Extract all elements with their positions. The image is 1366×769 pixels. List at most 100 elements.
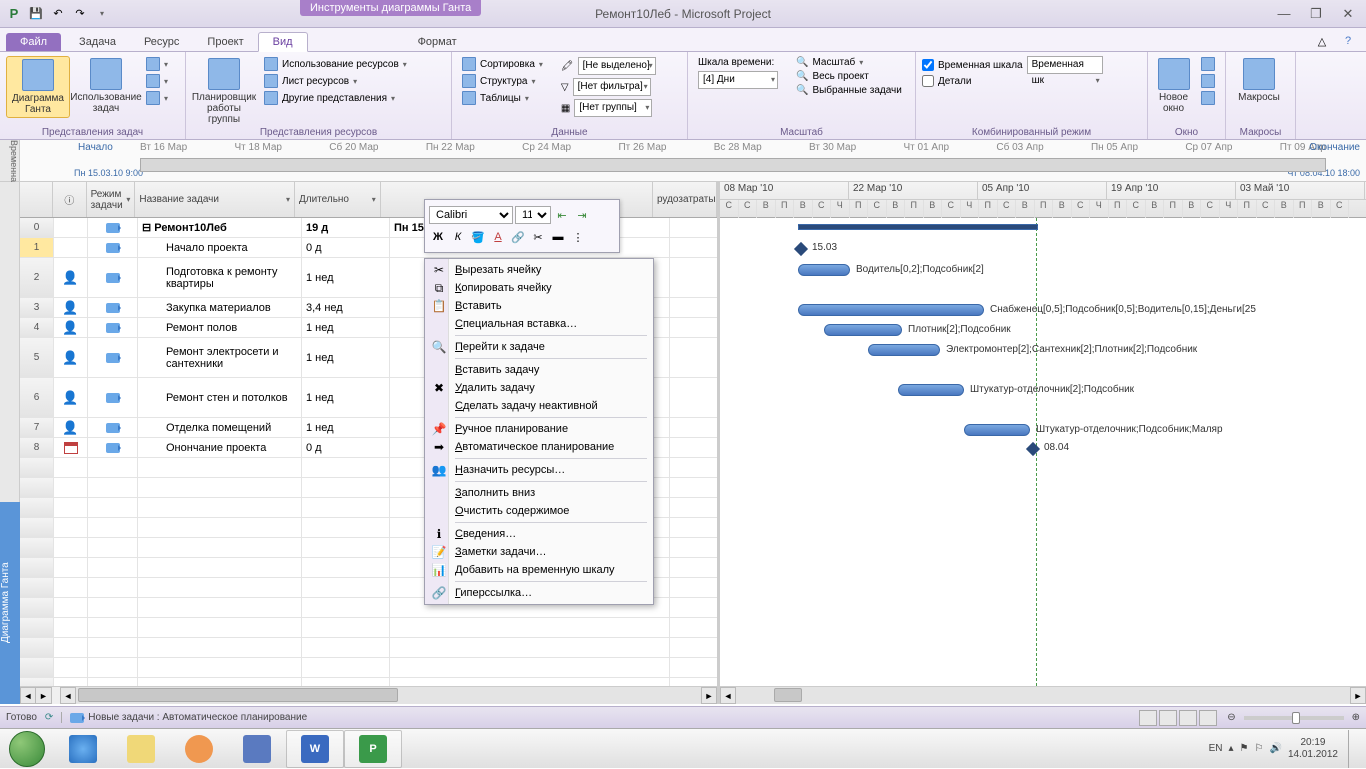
- taskbar-ie[interactable]: [54, 730, 112, 768]
- outdent-icon[interactable]: ⇤: [553, 206, 571, 224]
- tray-volume-icon[interactable]: 🔊: [1269, 743, 1281, 754]
- menu-item[interactable]: ℹСведения…: [427, 525, 651, 543]
- group-combo[interactable]: ▦ [Нет группы]: [557, 98, 660, 118]
- zoom-out-icon[interactable]: ⊖: [1227, 712, 1235, 723]
- gantt-bar-4[interactable]: [824, 324, 902, 336]
- menu-item[interactable]: 👥Назначить ресурсы…: [427, 461, 651, 479]
- menu-item[interactable]: 🔍Перейти к задаче: [427, 338, 651, 356]
- table-row[interactable]: [20, 658, 717, 678]
- col-name[interactable]: Название задачи▾: [135, 182, 295, 217]
- close-button[interactable]: ✕: [1336, 5, 1360, 23]
- taskbar-wmp[interactable]: [170, 730, 228, 768]
- view-sheet-icon[interactable]: [1199, 710, 1217, 726]
- sort-button[interactable]: Сортировка ▾: [458, 56, 547, 72]
- menu-item[interactable]: 📋Вставить: [427, 297, 651, 315]
- save-icon[interactable]: 💾: [26, 4, 46, 24]
- col-work[interactable]: рудозатраты: [653, 182, 717, 217]
- tab-view[interactable]: Вид: [258, 32, 308, 52]
- gantt-hscroll[interactable]: ◄►: [720, 686, 1366, 704]
- network-diagram-button[interactable]: ▾: [142, 56, 172, 72]
- macros-button[interactable]: Макросы: [1232, 56, 1286, 105]
- menu-item[interactable]: 📊Добавить на временную шкалу: [427, 561, 651, 579]
- zoom-entire-button[interactable]: 🔍 Весь проект: [792, 70, 906, 83]
- undo-icon[interactable]: ↶: [48, 4, 68, 24]
- zoom-slider[interactable]: [1244, 716, 1344, 720]
- tab-format[interactable]: Формат: [404, 33, 471, 51]
- view-team-icon[interactable]: [1179, 710, 1197, 726]
- link-icon[interactable]: 🔗: [509, 228, 527, 246]
- taskbar-explorer[interactable]: [112, 730, 170, 768]
- menu-item[interactable]: 📌Ручное планирование: [427, 420, 651, 438]
- menu-item[interactable]: Вставить задачу: [427, 361, 651, 379]
- table-row[interactable]: [20, 618, 717, 638]
- view-gantt-icon[interactable]: [1139, 710, 1157, 726]
- redo-icon[interactable]: ↷: [70, 4, 90, 24]
- gantt-body[interactable]: 15.03 Водитель[0,2];Подсобник[2] Снабжен…: [720, 218, 1366, 686]
- resource-usage-button[interactable]: Использование ресурсов ▾: [260, 56, 411, 72]
- status-new-tasks[interactable]: Новые задачи : Автоматическое планирован…: [61, 712, 307, 723]
- table-row[interactable]: [20, 638, 717, 658]
- menu-item[interactable]: ✂Вырезать ячейку: [427, 261, 651, 279]
- start-button[interactable]: [0, 729, 54, 769]
- switch-windows-button[interactable]: [1197, 56, 1219, 72]
- app-icon[interactable]: P: [4, 4, 24, 24]
- file-tab[interactable]: Файл: [6, 33, 61, 51]
- resource-sheet-button[interactable]: Лист ресурсов ▾: [260, 73, 411, 89]
- hide-window-button[interactable]: [1197, 90, 1219, 106]
- menu-item[interactable]: ✖Удалить задачу: [427, 379, 651, 397]
- font-combo[interactable]: Calibri: [429, 206, 513, 224]
- col-indicators[interactable]: ⓘ: [53, 182, 86, 217]
- bold-icon[interactable]: Ж: [429, 228, 447, 246]
- taskbar-app1[interactable]: [228, 730, 286, 768]
- timescale-combo[interactable]: [4] Дни: [694, 70, 782, 90]
- outline-button[interactable]: Структура ▾: [458, 73, 547, 89]
- font-size-combo[interactable]: 11: [515, 206, 551, 224]
- tray-lang[interactable]: EN: [1209, 743, 1223, 754]
- menu-item[interactable]: Специальная вставка…: [427, 315, 651, 333]
- details-checkbox[interactable]: Детали: [922, 75, 1103, 87]
- tray-flag-icon[interactable]: ⚑: [1240, 743, 1249, 754]
- percent-complete-icon[interactable]: ▬: [549, 228, 567, 246]
- show-desktop-button[interactable]: [1348, 730, 1358, 768]
- gantt-bar-3[interactable]: [798, 304, 984, 316]
- highlight-combo[interactable]: 🖍 [Не выделено]: [557, 56, 660, 76]
- minimize-ribbon-icon[interactable]: △: [1312, 31, 1332, 51]
- unlink-icon[interactable]: ✂: [529, 228, 547, 246]
- tab-project[interactable]: Проект: [193, 33, 257, 51]
- new-window-button[interactable]: Новое окно: [1154, 56, 1193, 116]
- gantt-bar-7[interactable]: [964, 424, 1030, 436]
- tray-show-hidden-icon[interactable]: ▴: [1229, 743, 1234, 754]
- menu-item[interactable]: Очистить содержимое: [427, 502, 651, 520]
- gantt-milestone-end[interactable]: [1026, 442, 1040, 456]
- tray-action-center-icon[interactable]: ⚐: [1255, 743, 1264, 754]
- taskbar-word[interactable]: W: [286, 730, 344, 768]
- split-task-icon[interactable]: ⋮: [569, 228, 587, 246]
- gantt-bar-6[interactable]: [898, 384, 964, 396]
- timeline-bar[interactable]: [140, 158, 1326, 172]
- gantt-milestone-start[interactable]: [794, 242, 808, 256]
- zoom-in-icon[interactable]: ⊕: [1352, 712, 1360, 723]
- italic-icon[interactable]: К: [449, 228, 467, 246]
- gantt-summary-bar[interactable]: [798, 224, 1038, 230]
- gantt-bar-2[interactable]: [798, 264, 850, 276]
- team-planner-button[interactable]: Планировщик работы группы: [192, 56, 256, 127]
- font-color-icon[interactable]: А: [489, 228, 507, 246]
- qat-customize-icon[interactable]: ▾: [92, 4, 112, 24]
- view-usage-icon[interactable]: [1159, 710, 1177, 726]
- task-usage-button[interactable]: Использование задач: [74, 56, 138, 116]
- timeline-checkbox[interactable]: Временная шкала Временная шк: [922, 56, 1103, 74]
- tray-clock[interactable]: 20:1914.01.2012: [1288, 737, 1338, 761]
- menu-item[interactable]: Сделать задачу неактивной: [427, 397, 651, 415]
- tab-task[interactable]: Задача: [65, 33, 130, 51]
- fill-color-icon[interactable]: 🪣: [469, 228, 487, 246]
- tab-resource[interactable]: Ресурс: [130, 33, 193, 51]
- col-duration[interactable]: Длительно▾: [295, 182, 381, 217]
- minimize-button[interactable]: —: [1272, 5, 1296, 23]
- gantt-bar-5[interactable]: [868, 344, 940, 356]
- calendar-button[interactable]: ▾: [142, 73, 172, 89]
- other-resource-views-button[interactable]: Другие представления ▾: [260, 90, 411, 106]
- col-mode[interactable]: Режим задачи▾: [87, 182, 136, 217]
- menu-item[interactable]: 🔗Гиперссылка…: [427, 584, 651, 602]
- menu-item[interactable]: ⧉Копировать ячейку: [427, 279, 651, 297]
- tables-button[interactable]: Таблицы ▾: [458, 90, 547, 106]
